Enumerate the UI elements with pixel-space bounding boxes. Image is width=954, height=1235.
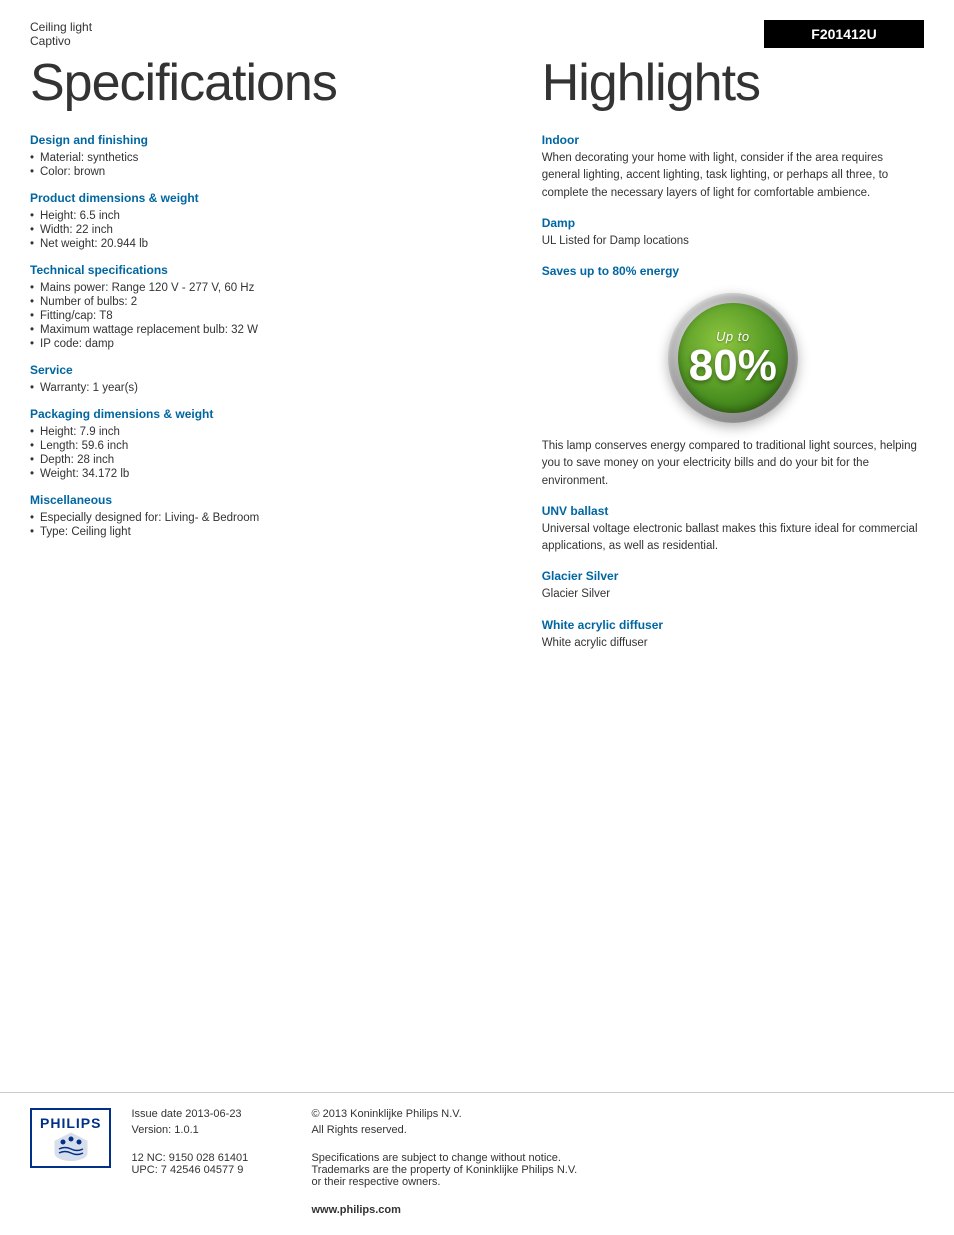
unv-ballast-text: Universal voltage electronic ballast mak… bbox=[542, 521, 924, 556]
list-item: Mains power: Range 120 V - 277 V, 60 Hz bbox=[30, 281, 502, 295]
list-item: Type: Ceiling light bbox=[30, 525, 502, 539]
list-item: Depth: 28 inch bbox=[30, 453, 502, 467]
list-item: Height: 6.5 inch bbox=[30, 209, 502, 223]
indoor-section: Indoor When decorating your home with li… bbox=[542, 133, 924, 202]
energy-saving-section: Saves up to 80% energy Up to 80% This la… bbox=[542, 264, 924, 490]
model-badge: F201412U bbox=[764, 20, 924, 48]
miscellaneous-list: Especially designed for: Living- & Bedro… bbox=[30, 511, 502, 539]
damp-section: Damp UL Listed for Damp locations bbox=[542, 216, 924, 250]
list-item: Height: 7.9 inch bbox=[30, 425, 502, 439]
energy-saving-title: Saves up to 80% energy bbox=[542, 264, 924, 278]
packaging-dimensions-title: Packaging dimensions & weight bbox=[30, 407, 502, 421]
copyright: © 2013 Koninklijke Philips N.V. bbox=[311, 1108, 924, 1120]
list-item: Especially designed for: Living- & Bedro… bbox=[30, 511, 502, 525]
damp-text: UL Listed for Damp locations bbox=[542, 233, 924, 250]
page-container: Ceiling light Captivo F201412U Specifica… bbox=[0, 0, 954, 1235]
miscellaneous-section: Miscellaneous Especially designed for: L… bbox=[30, 493, 502, 539]
product-dimensions-list: Height: 6.5 inch Width: 22 inch Net weig… bbox=[30, 209, 502, 251]
energy-saving-text: This lamp conserves energy compared to t… bbox=[542, 438, 924, 490]
unv-ballast-title: UNV ballast bbox=[542, 504, 924, 518]
technical-specs-list: Mains power: Range 120 V - 277 V, 60 Hz … bbox=[30, 281, 502, 351]
nc-upc: 12 NC: 9150 028 61401UPC: 7 42546 04577 … bbox=[131, 1152, 291, 1176]
white-acrylic-diffuser-title: White acrylic diffuser bbox=[542, 618, 924, 632]
list-item: Width: 22 inch bbox=[30, 223, 502, 237]
philips-logo-box: PHILIPS bbox=[30, 1108, 111, 1168]
design-finishing-list: Material: synthetics Color: brown bbox=[30, 151, 502, 179]
list-item: IP code: damp bbox=[30, 337, 502, 351]
indoor-text: When decorating your home with light, co… bbox=[542, 150, 924, 202]
footer-middle: Issue date 2013-06-23 Version: 1.0.1 12 … bbox=[131, 1108, 291, 1180]
page-title: Specifications bbox=[30, 53, 502, 113]
rights: All Rights reserved. bbox=[311, 1124, 924, 1136]
energy-badge: Up to 80% bbox=[668, 293, 798, 423]
energy-badge-inner: Up to 80% bbox=[678, 303, 788, 413]
white-acrylic-diffuser-section: White acrylic diffuser White acrylic dif… bbox=[542, 618, 924, 652]
footer-right: © 2013 Koninklijke Philips N.V. All Righ… bbox=[311, 1108, 924, 1220]
service-title: Service bbox=[30, 363, 502, 377]
energy-badge-container: Up to 80% bbox=[542, 293, 924, 423]
list-item: Weight: 34.172 lb bbox=[30, 467, 502, 481]
philips-brand-text: PHILIPS bbox=[40, 1115, 101, 1131]
product-type: Ceiling light bbox=[30, 20, 92, 34]
footer: PHILIPS Issue date 2013-06-23 Version: 1… bbox=[0, 1092, 954, 1235]
product-dimensions-section: Product dimensions & weight Height: 6.5 … bbox=[30, 191, 502, 251]
philips-shield-icon bbox=[51, 1131, 91, 1161]
list-item: Length: 59.6 inch bbox=[30, 439, 502, 453]
list-item: Number of bulbs: 2 bbox=[30, 295, 502, 309]
philips-logo: PHILIPS bbox=[30, 1108, 111, 1168]
design-finishing-section: Design and finishing Material: synthetic… bbox=[30, 133, 502, 179]
list-item: Color: brown bbox=[30, 165, 502, 179]
indoor-title: Indoor bbox=[542, 133, 924, 147]
header: Ceiling light Captivo F201412U bbox=[0, 0, 954, 48]
design-finishing-title: Design and finishing bbox=[30, 133, 502, 147]
packaging-dimensions-section: Packaging dimensions & weight Height: 7.… bbox=[30, 407, 502, 481]
left-column: Specifications Design and finishing Mate… bbox=[30, 48, 522, 666]
disclaimer: Specifications are subject to change wit… bbox=[311, 1152, 924, 1188]
service-section: Service Warranty: 1 year(s) bbox=[30, 363, 502, 395]
glacier-silver-text: Glacier Silver bbox=[542, 586, 924, 603]
damp-title: Damp bbox=[542, 216, 924, 230]
list-item: Fitting/cap: T8 bbox=[30, 309, 502, 323]
white-acrylic-diffuser-text: White acrylic diffuser bbox=[542, 635, 924, 652]
badge-percent: 80% bbox=[689, 344, 777, 388]
list-item: Net weight: 20.944 lb bbox=[30, 237, 502, 251]
service-list: Warranty: 1 year(s) bbox=[30, 381, 502, 395]
product-dimensions-title: Product dimensions & weight bbox=[30, 191, 502, 205]
product-label: Ceiling light Captivo bbox=[30, 20, 92, 48]
packaging-dimensions-list: Height: 7.9 inch Length: 59.6 inch Depth… bbox=[30, 425, 502, 481]
right-column: Highlights Indoor When decorating your h… bbox=[522, 48, 924, 666]
main-content: Specifications Design and finishing Mate… bbox=[0, 48, 954, 666]
unv-ballast-section: UNV ballast Universal voltage electronic… bbox=[542, 504, 924, 556]
list-item: Maximum wattage replacement bulb: 32 W bbox=[30, 323, 502, 337]
list-item: Warranty: 1 year(s) bbox=[30, 381, 502, 395]
website[interactable]: www.philips.com bbox=[311, 1204, 924, 1216]
glacier-silver-section: Glacier Silver Glacier Silver bbox=[542, 569, 924, 603]
glacier-silver-title: Glacier Silver bbox=[542, 569, 924, 583]
technical-specs-title: Technical specifications bbox=[30, 263, 502, 277]
issue-date: Issue date 2013-06-23 bbox=[131, 1108, 291, 1120]
list-item: Material: synthetics bbox=[30, 151, 502, 165]
highlights-title: Highlights bbox=[542, 53, 924, 113]
version: Version: 1.0.1 bbox=[131, 1124, 291, 1136]
technical-specs-section: Technical specifications Mains power: Ra… bbox=[30, 263, 502, 351]
miscellaneous-title: Miscellaneous bbox=[30, 493, 502, 507]
product-name: Captivo bbox=[30, 34, 92, 48]
